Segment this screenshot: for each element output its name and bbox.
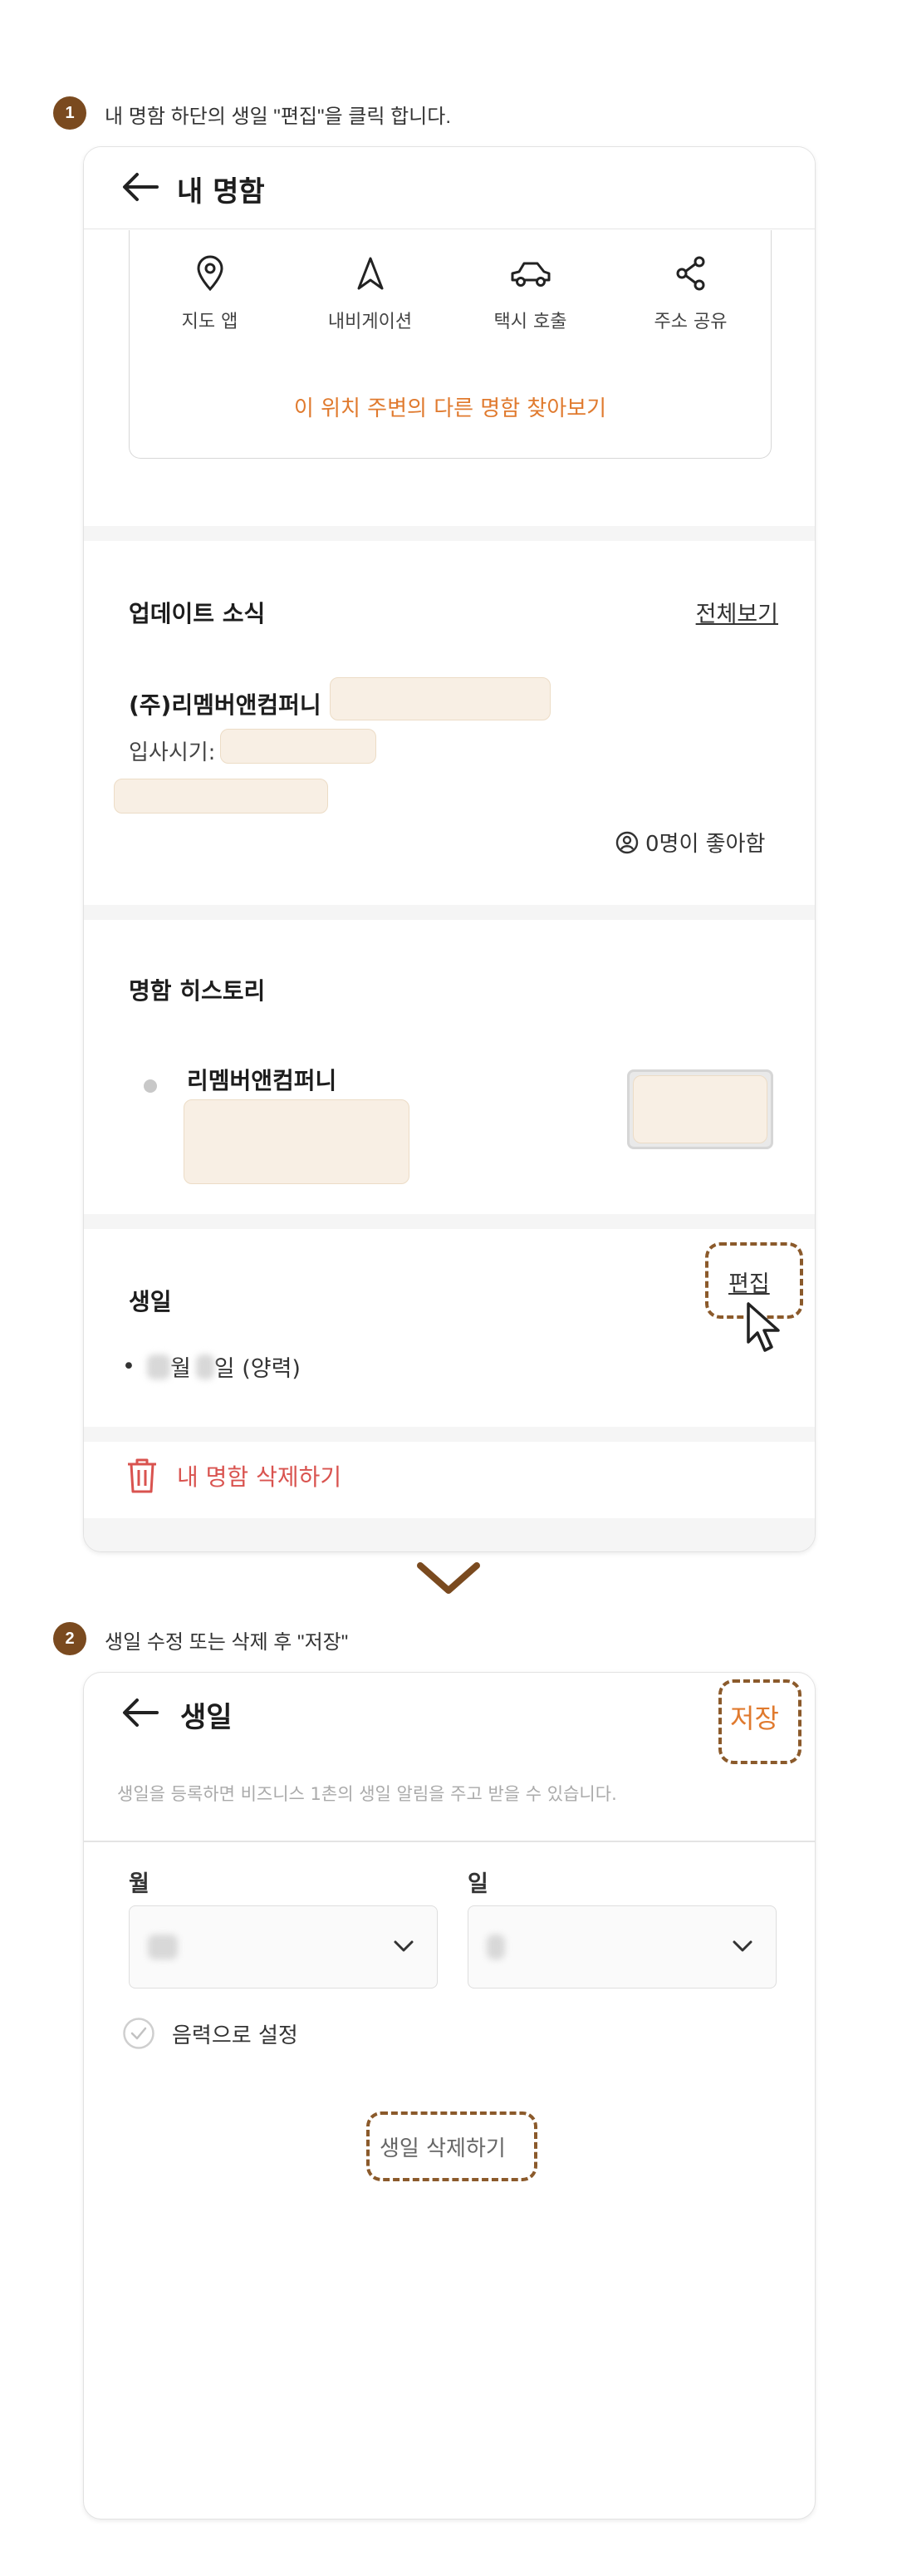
share-address-action[interactable]: 주소 공유 bbox=[612, 255, 770, 333]
join-date-redacted bbox=[220, 729, 376, 764]
map-actions-row: 지도 앱 내비게이션 택시 호출 주소 공유 bbox=[130, 255, 771, 333]
chevron-down-icon bbox=[394, 1940, 414, 1952]
page-title: 생일 bbox=[180, 1701, 233, 1734]
likes-count: 0명이 좋아함 bbox=[645, 832, 766, 857]
update-title-redacted bbox=[330, 677, 551, 720]
notice-text: 생일을 등록하면 비즈니스 1촌의 생일 알림을 주고 받을 수 있습니다. bbox=[117, 1784, 617, 1804]
day-value-redacted bbox=[487, 1934, 505, 1959]
taxi-action[interactable]: 택시 호출 bbox=[452, 255, 610, 333]
birthday-title: 생일 bbox=[129, 1288, 172, 1315]
likes-row[interactable]: 0명이 좋아함 bbox=[615, 827, 765, 858]
birthday-edit-link[interactable]: 편집 bbox=[728, 1266, 770, 1298]
map-app-action[interactable]: 지도 앱 bbox=[131, 255, 289, 333]
check-circle-icon bbox=[123, 2018, 154, 2049]
history-title: 명함 히스토리 bbox=[129, 977, 266, 1005]
update-company-name: (주)리멤버앤컴퍼니 bbox=[129, 691, 321, 719]
back-arrow-icon[interactable] bbox=[120, 169, 160, 205]
month-label: 월 bbox=[129, 1871, 150, 1897]
birthday-month-redacted bbox=[146, 1354, 170, 1379]
card-thumbnail[interactable] bbox=[627, 1069, 773, 1149]
delete-card-label: 내 명함 삭제하기 bbox=[177, 1463, 342, 1491]
mouse-cursor-icon bbox=[745, 1302, 788, 1359]
share-icon bbox=[676, 256, 704, 291]
step-2-badge: 2 bbox=[53, 1622, 86, 1655]
screen-my-card: 내 명함 지도 앱 내비게이션 택시 호출 주소 공유 이 위치 주변의 다른 … bbox=[83, 146, 816, 1552]
location-pin-icon bbox=[196, 255, 223, 292]
month-value-redacted bbox=[148, 1934, 178, 1959]
card-thumbnail-redacted bbox=[633, 1075, 767, 1143]
section-divider bbox=[84, 526, 815, 541]
section-divider bbox=[84, 1214, 815, 1229]
lunar-label: 음력으로 설정 bbox=[172, 2023, 298, 2048]
day-label: 일 bbox=[468, 1871, 488, 1897]
bottom-band bbox=[84, 1518, 815, 1551]
step-1-badge: 1 bbox=[53, 96, 86, 130]
section-divider bbox=[84, 905, 815, 920]
day-select[interactable] bbox=[468, 1905, 777, 1989]
history-detail-redacted bbox=[184, 1099, 409, 1184]
lunar-checkbox[interactable]: 음력으로 설정 bbox=[122, 2017, 298, 2050]
step-1-number: 1 bbox=[65, 103, 75, 122]
map-app-label: 지도 앱 bbox=[181, 312, 238, 332]
birthday-value: • 월 일 (양력) bbox=[122, 1350, 301, 1383]
bullet: • bbox=[122, 1354, 135, 1379]
month-select[interactable] bbox=[129, 1905, 438, 1989]
user-circle-icon bbox=[615, 831, 639, 853]
save-button[interactable]: 저장 bbox=[730, 1698, 779, 1736]
birthday-day-suffix: 일 (양력) bbox=[213, 1356, 301, 1382]
navigation-arrow-icon bbox=[357, 257, 383, 290]
view-all-link[interactable]: 전체보기 bbox=[696, 596, 778, 628]
chevron-down-icon bbox=[733, 1940, 752, 1952]
notice-divider bbox=[84, 1841, 815, 1842]
step-2-instruction: 생일 수정 또는 삭제 후 "저장" bbox=[105, 1631, 349, 1654]
birthday-month-suffix: 월 bbox=[169, 1356, 191, 1382]
chevron-down-icon bbox=[415, 1561, 482, 1600]
back-arrow-icon[interactable] bbox=[120, 1694, 160, 1731]
delete-card-button[interactable]: 내 명함 삭제하기 bbox=[125, 1457, 341, 1495]
birthday-day-redacted bbox=[195, 1354, 214, 1379]
history-company-name: 리멤버앤컴퍼니 bbox=[187, 1067, 337, 1094]
taxi-label: 택시 호출 bbox=[493, 312, 567, 332]
map-actions-card: 지도 앱 내비게이션 택시 호출 주소 공유 이 위치 주변의 다른 명함 찾아… bbox=[129, 230, 772, 459]
screen-birthday-edit: 생일 저장 생일을 등록하면 비즈니스 1촌의 생일 알림을 주고 받을 수 있… bbox=[83, 1672, 816, 2519]
step-1-instruction: 내 명함 하단의 생일 "편집"을 클릭 합니다. bbox=[105, 106, 451, 128]
updates-title: 업데이트 소식 bbox=[129, 600, 266, 627]
navigation-label: 내비게이션 bbox=[327, 312, 413, 332]
timeline-dot bbox=[144, 1079, 157, 1093]
delete-birthday-button[interactable]: 생일 삭제하기 bbox=[380, 2131, 506, 2162]
share-address-label: 주소 공유 bbox=[654, 312, 728, 332]
nearby-cards-link[interactable]: 이 위치 주변의 다른 명함 찾아보기 bbox=[130, 391, 771, 422]
section-divider bbox=[84, 1427, 815, 1442]
trash-icon bbox=[128, 1458, 156, 1493]
step-2-number: 2 bbox=[65, 1629, 75, 1648]
taxi-car-icon bbox=[511, 262, 550, 287]
update-detail-redacted bbox=[114, 779, 328, 814]
navigation-action[interactable]: 내비게이션 bbox=[292, 255, 449, 333]
header: 내 명함 bbox=[84, 147, 815, 229]
page-title: 내 명함 bbox=[177, 175, 265, 209]
join-date-label: 입사시기: bbox=[129, 740, 216, 765]
